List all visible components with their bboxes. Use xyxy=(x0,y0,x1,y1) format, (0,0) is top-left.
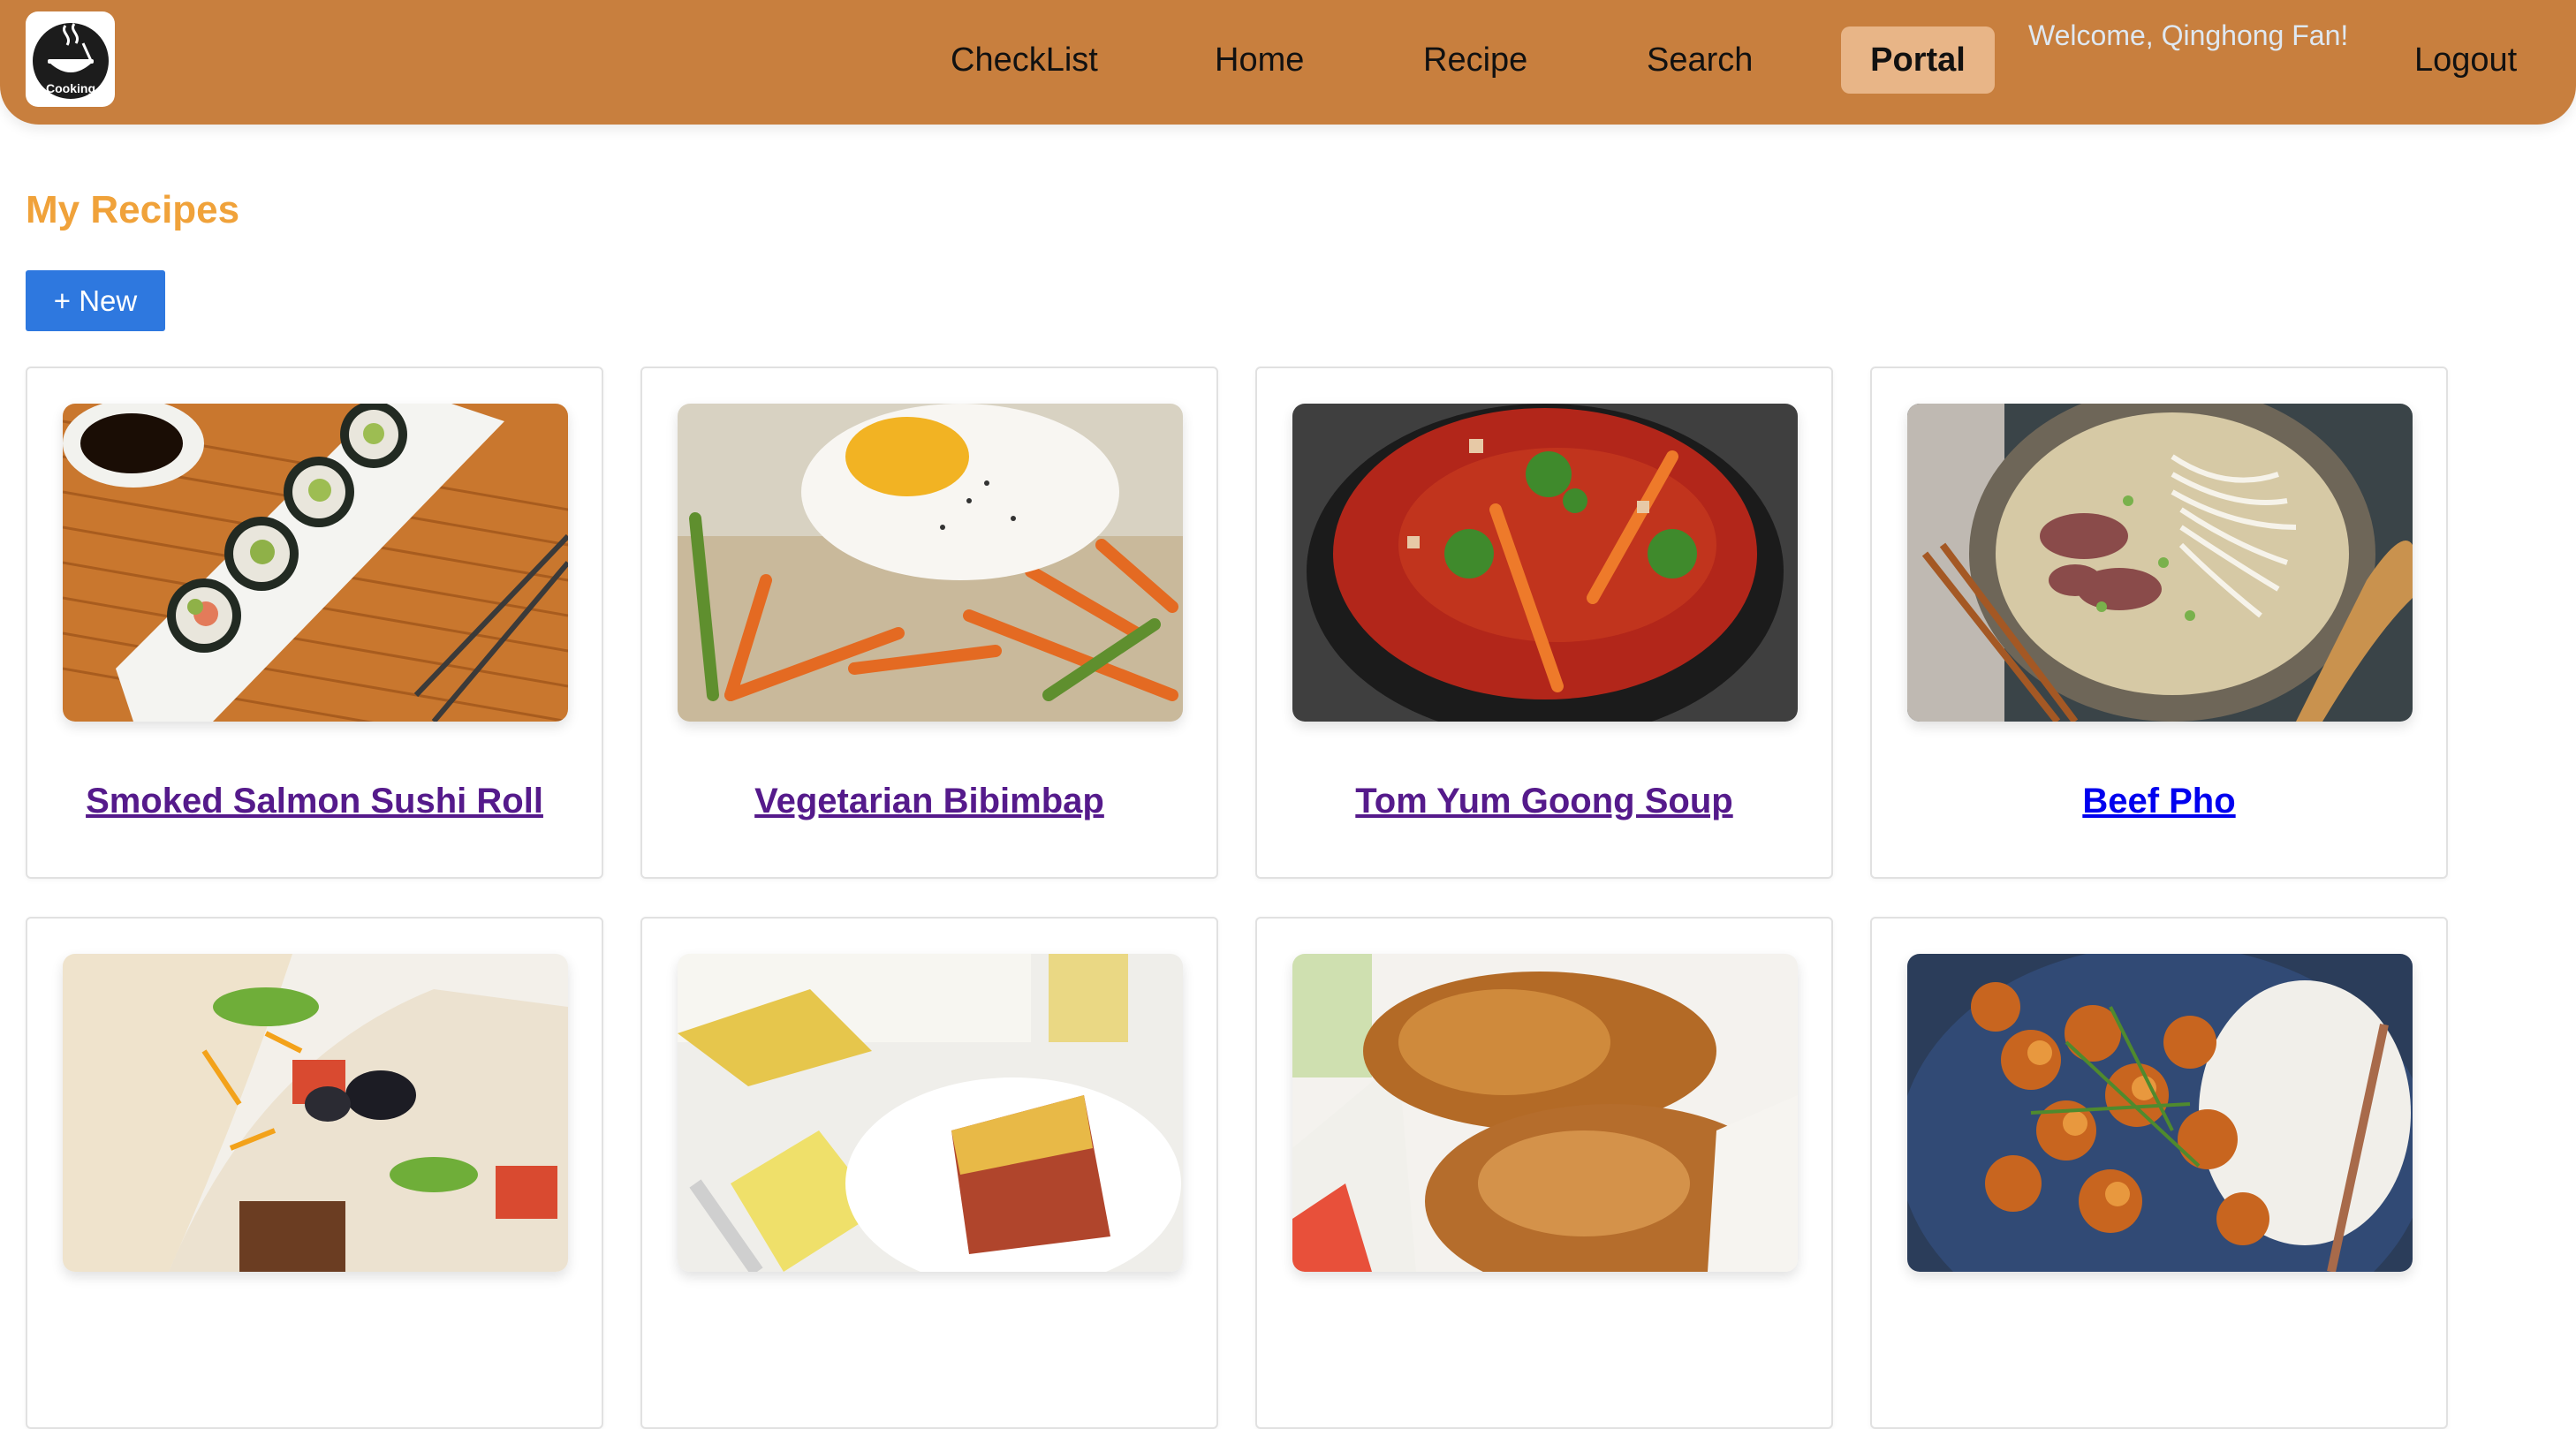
page-title: My Recipes xyxy=(26,188,240,231)
fried-fish-photo[interactable] xyxy=(1292,954,1798,1272)
recipe-card[interactable]: Tom Yum Goong Soup xyxy=(1255,367,1833,879)
taco-photo[interactable] xyxy=(63,954,568,1272)
nav-search[interactable]: Search xyxy=(1647,26,1753,94)
svg-text:Cooking: Cooking xyxy=(46,81,95,95)
recipe-title-link[interactable]: Smoked Salmon Sushi Roll xyxy=(27,782,602,821)
recipe-card[interactable]: Smoked Salmon Sushi Roll xyxy=(26,367,603,879)
welcome-message: Welcome, Qinghong Fan! xyxy=(2028,19,2349,51)
top-navbar: Cooking CheckList Home Recipe Search Por… xyxy=(0,0,2576,125)
bibimbap-photo[interactable] xyxy=(678,404,1183,722)
recipe-card[interactable] xyxy=(26,917,603,1429)
nav-checklist[interactable]: CheckList xyxy=(951,26,1098,94)
cooking-logo-icon: Cooking xyxy=(32,23,109,99)
chicken-curry-rice-photo[interactable] xyxy=(1907,954,2413,1272)
beef-pho-photo[interactable] xyxy=(1907,404,2413,722)
recipe-card[interactable] xyxy=(1870,917,2448,1429)
recipe-title-link[interactable]: Tom Yum Goong Soup xyxy=(1257,782,1831,821)
sushi-roll-photo[interactable] xyxy=(63,404,568,722)
recipe-card[interactable] xyxy=(1255,917,1833,1429)
recipe-title-link[interactable]: Vegetarian Bibimbap xyxy=(642,782,1216,821)
recipe-card[interactable] xyxy=(640,917,1218,1429)
recipe-card[interactable]: Vegetarian Bibimbap xyxy=(640,367,1218,879)
logout-link[interactable]: Logout xyxy=(2414,26,2517,94)
nav-recipe[interactable]: Recipe xyxy=(1423,26,1527,94)
lasagna-photo[interactable] xyxy=(678,954,1183,1272)
new-recipe-button[interactable]: + New xyxy=(26,270,165,331)
tom-yum-soup-photo[interactable] xyxy=(1292,404,1798,722)
recipe-card[interactable]: Beef Pho xyxy=(1870,367,2448,879)
nav-portal[interactable]: Portal xyxy=(1841,26,1995,94)
nav-home[interactable]: Home xyxy=(1215,26,1304,94)
cooking-logo[interactable]: Cooking xyxy=(26,11,115,107)
recipe-title-link[interactable]: Beef Pho xyxy=(1872,782,2446,821)
